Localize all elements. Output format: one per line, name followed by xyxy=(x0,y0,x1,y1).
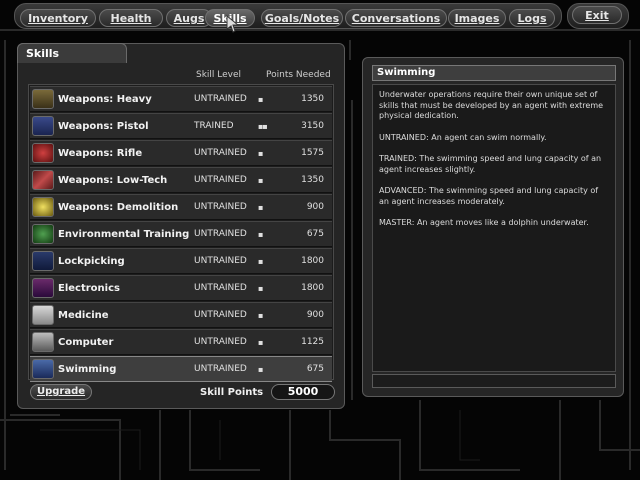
tab-goals-notes[interactable]: Goals/Notes xyxy=(261,9,343,27)
skill-row-electronics[interactable]: Electronics UNTRAINED ▪ 1800 xyxy=(30,275,332,301)
column-header-skill-level: Skill Level xyxy=(196,70,242,80)
exit-button[interactable]: Exit xyxy=(572,6,622,24)
skill-points-needed: 675 xyxy=(306,364,324,374)
tab-images[interactable]: Images xyxy=(448,9,506,27)
skill-name: Weapons: Pistol xyxy=(58,121,149,132)
skill-level: UNTRAINED xyxy=(194,256,247,266)
cursor-icon xyxy=(226,15,240,33)
skill-row-weapons-heavy[interactable]: Weapons: Heavy UNTRAINED ▪ 1350 xyxy=(30,86,332,112)
upgrade-button[interactable]: Upgrade xyxy=(30,384,92,400)
rifle-icon xyxy=(32,143,54,163)
skills-panel: Skills Skill Level Points Needed Weapons… xyxy=(17,43,345,409)
skill-points-needed: 3150 xyxy=(301,121,324,131)
skill-level: UNTRAINED xyxy=(194,337,247,347)
tab-logs[interactable]: Logs xyxy=(509,9,555,27)
skill-level: UNTRAINED xyxy=(194,310,247,320)
knife-icon xyxy=(32,170,54,190)
skill-points-needed: 1800 xyxy=(301,283,324,293)
skill-level: UNTRAINED xyxy=(194,94,247,104)
pistol-icon xyxy=(32,116,54,136)
skill-points-needed: 900 xyxy=(306,310,324,320)
skill-level-pips: ▪ xyxy=(258,176,264,185)
skill-name: Electronics xyxy=(58,283,120,294)
skill-level: UNTRAINED xyxy=(194,364,247,374)
description-paragraph: ADVANCED: The swimming speed and lung ca… xyxy=(379,186,599,206)
description-paragraph: UNTRAINED: An agent can swim normally. xyxy=(379,132,547,142)
skill-level-pips: ▪ xyxy=(258,149,264,158)
tab-inventory[interactable]: Inventory xyxy=(20,9,96,27)
computer-icon xyxy=(32,332,54,352)
skill-row-swimming[interactable]: Swimming UNTRAINED ▪ 675 xyxy=(30,356,332,382)
skill-points-label: Skill Points xyxy=(200,387,264,398)
skill-row-lockpicking[interactable]: Lockpicking UNTRAINED ▪ 1800 xyxy=(30,248,332,274)
tab-bar: Inventory Health Augs Skills Goals/Notes… xyxy=(14,3,562,29)
tab-health[interactable]: Health xyxy=(99,9,163,27)
medkit-icon xyxy=(32,305,54,325)
skill-row-weapons-low-tech[interactable]: Weapons: Low-Tech UNTRAINED ▪ 1350 xyxy=(30,167,332,193)
skill-points-needed: 1350 xyxy=(301,94,324,104)
skill-name: Lockpicking xyxy=(58,256,125,267)
skill-points-needed: 900 xyxy=(306,202,324,212)
skill-level: UNTRAINED xyxy=(194,202,247,212)
skill-level-pips: ▪ xyxy=(258,257,264,266)
skill-row-weapons-demolition[interactable]: Weapons: Demolition UNTRAINED ▪ 900 xyxy=(30,194,332,220)
skill-name: Weapons: Rifle xyxy=(58,148,143,159)
description-title: Swimming xyxy=(372,65,616,81)
tab-conversations[interactable]: Conversations xyxy=(345,9,447,27)
description-status-bar xyxy=(372,374,616,388)
skill-level: UNTRAINED xyxy=(194,283,247,293)
skill-row-environmental-training[interactable]: Environmental Training UNTRAINED ▪ 675 xyxy=(30,221,332,247)
skill-row-medicine[interactable]: Medicine UNTRAINED ▪ 900 xyxy=(30,302,332,328)
grenade-icon xyxy=(32,197,54,217)
column-header-points-needed: Points Needed xyxy=(266,70,331,80)
skill-name: Weapons: Heavy xyxy=(58,94,152,105)
skill-level: UNTRAINED xyxy=(194,229,247,239)
skills-panel-title: Skills xyxy=(17,43,127,63)
skill-row-weapons-rifle[interactable]: Weapons: Rifle UNTRAINED ▪ 1575 xyxy=(30,140,332,166)
skill-level: UNTRAINED xyxy=(194,175,247,185)
description-paragraph: Underwater operations require their own … xyxy=(379,90,604,120)
skill-level-pips: ▪ xyxy=(258,284,264,293)
skill-points-needed: 1350 xyxy=(301,175,324,185)
skill-points-needed: 1800 xyxy=(301,256,324,266)
swimmer-icon xyxy=(32,359,54,379)
skill-level-pips: ▪▪ xyxy=(258,122,268,131)
skill-name: Weapons: Demolition xyxy=(58,202,179,213)
lockpick-icon xyxy=(32,251,54,271)
hazmat-icon xyxy=(32,224,54,244)
skill-name: Computer xyxy=(58,337,114,348)
exit-frame: Exit xyxy=(567,3,629,29)
skill-points-value: 5000 xyxy=(271,384,335,400)
skill-points-needed: 1575 xyxy=(301,148,324,158)
skill-description-panel: Swimming Underwater operations require t… xyxy=(362,57,624,397)
skill-points-needed: 675 xyxy=(306,229,324,239)
skill-points-needed: 1125 xyxy=(301,337,324,347)
description-text[interactable]: Underwater operations require their own … xyxy=(372,84,616,372)
skill-level-pips: ▪ xyxy=(258,203,264,212)
description-paragraph: MASTER: An agent moves like a dolphin un… xyxy=(379,218,589,227)
description-paragraph: TRAINED: The swimming speed and lung cap… xyxy=(379,154,602,174)
skills-list: Weapons: Heavy UNTRAINED ▪ 1350 Weapons:… xyxy=(28,84,334,382)
skill-level: TRAINED xyxy=(194,121,234,131)
skill-row-computer[interactable]: Computer UNTRAINED ▪ 1125 xyxy=(30,329,332,355)
skill-level-pips: ▪ xyxy=(258,311,264,320)
skill-level-pips: ▪ xyxy=(258,338,264,347)
skill-level-pips: ▪ xyxy=(258,365,264,374)
skill-level-pips: ▪ xyxy=(258,95,264,104)
skill-level: UNTRAINED xyxy=(194,148,247,158)
circuit-icon xyxy=(32,278,54,298)
skill-level-pips: ▪ xyxy=(258,230,264,239)
skill-name: Medicine xyxy=(58,310,109,321)
skill-name: Swimming xyxy=(58,364,117,375)
skill-name: Weapons: Low-Tech xyxy=(58,175,168,186)
skill-row-weapons-pistol[interactable]: Weapons: Pistol TRAINED ▪▪ 3150 xyxy=(30,113,332,139)
heavy-weapon-icon xyxy=(32,89,54,109)
skill-name: Environmental Training xyxy=(58,229,190,240)
